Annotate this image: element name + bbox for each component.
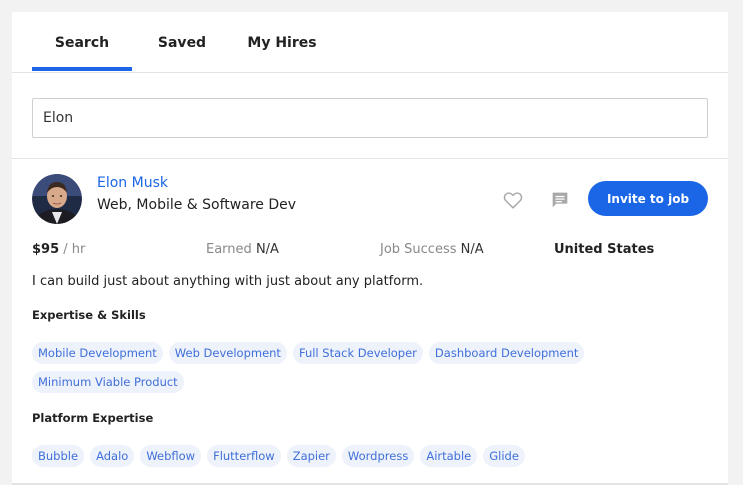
earned-value: N/A	[255, 242, 279, 257]
platform-section-title: Platform Expertise	[32, 411, 154, 425]
skill-tag[interactable]: Full Stack Developer	[292, 342, 423, 364]
platform-tag[interactable]: Adalo	[90, 445, 135, 467]
skill-tag[interactable]: Dashboard Development	[428, 342, 585, 364]
tab-my-hires[interactable]: My Hires	[240, 12, 324, 73]
platform-tag[interactable]: Zapier	[286, 445, 336, 467]
freelancer-description: I can build just about anything with jus…	[32, 274, 424, 289]
invite-to-job-button[interactable]: Invite to job	[588, 181, 708, 216]
avatar[interactable]	[32, 174, 82, 224]
freelancer-name[interactable]: Elon Musk	[97, 175, 168, 191]
platform-tag[interactable]: Flutterflow	[207, 445, 281, 467]
skill-tag[interactable]: Minimum Viable Product	[32, 371, 184, 393]
active-tab-indicator	[32, 67, 132, 71]
search-section	[12, 74, 728, 159]
search-input[interactable]	[32, 98, 708, 138]
job-success-value: N/A	[460, 242, 484, 257]
rate-unit: / hr	[63, 242, 86, 257]
skill-tag[interactable]: Web Development	[168, 342, 287, 364]
heart-icon[interactable]	[502, 189, 524, 211]
tab-bar: Search Saved My Hires	[12, 12, 728, 73]
tab-saved[interactable]: Saved	[140, 12, 224, 73]
platform-tag[interactable]: Glide	[483, 445, 525, 467]
platform-tag[interactable]: Airtable	[420, 445, 478, 467]
tab-search[interactable]: Search	[32, 12, 132, 73]
country: United States	[554, 242, 655, 257]
earned-stat: Earned N/A	[206, 242, 279, 257]
rate-amount: $95	[32, 242, 60, 257]
skills-section-title: Expertise & Skills	[32, 308, 146, 322]
job-success-stat: Job Success N/A	[380, 242, 484, 257]
platform-tag[interactable]: Webflow	[140, 445, 202, 467]
platform-tag[interactable]: Bubble	[32, 445, 85, 467]
message-icon[interactable]	[549, 189, 571, 211]
job-success-label: Job Success	[380, 242, 457, 257]
hourly-rate: $95 / hr	[32, 242, 85, 257]
freelancer-title: Web, Mobile & Software Dev	[97, 197, 297, 213]
skills-tags: Mobile Development Web Development Full …	[32, 342, 632, 393]
skill-tag[interactable]: Mobile Development	[32, 342, 163, 364]
platform-tag[interactable]: Wordpress	[341, 445, 415, 467]
platform-tags: Bubble Adalo Webflow Flutterflow Zapier …	[32, 445, 632, 467]
earned-label: Earned	[206, 242, 252, 257]
freelancer-search-card: Search Saved My Hires Elon Musk	[12, 12, 728, 485]
